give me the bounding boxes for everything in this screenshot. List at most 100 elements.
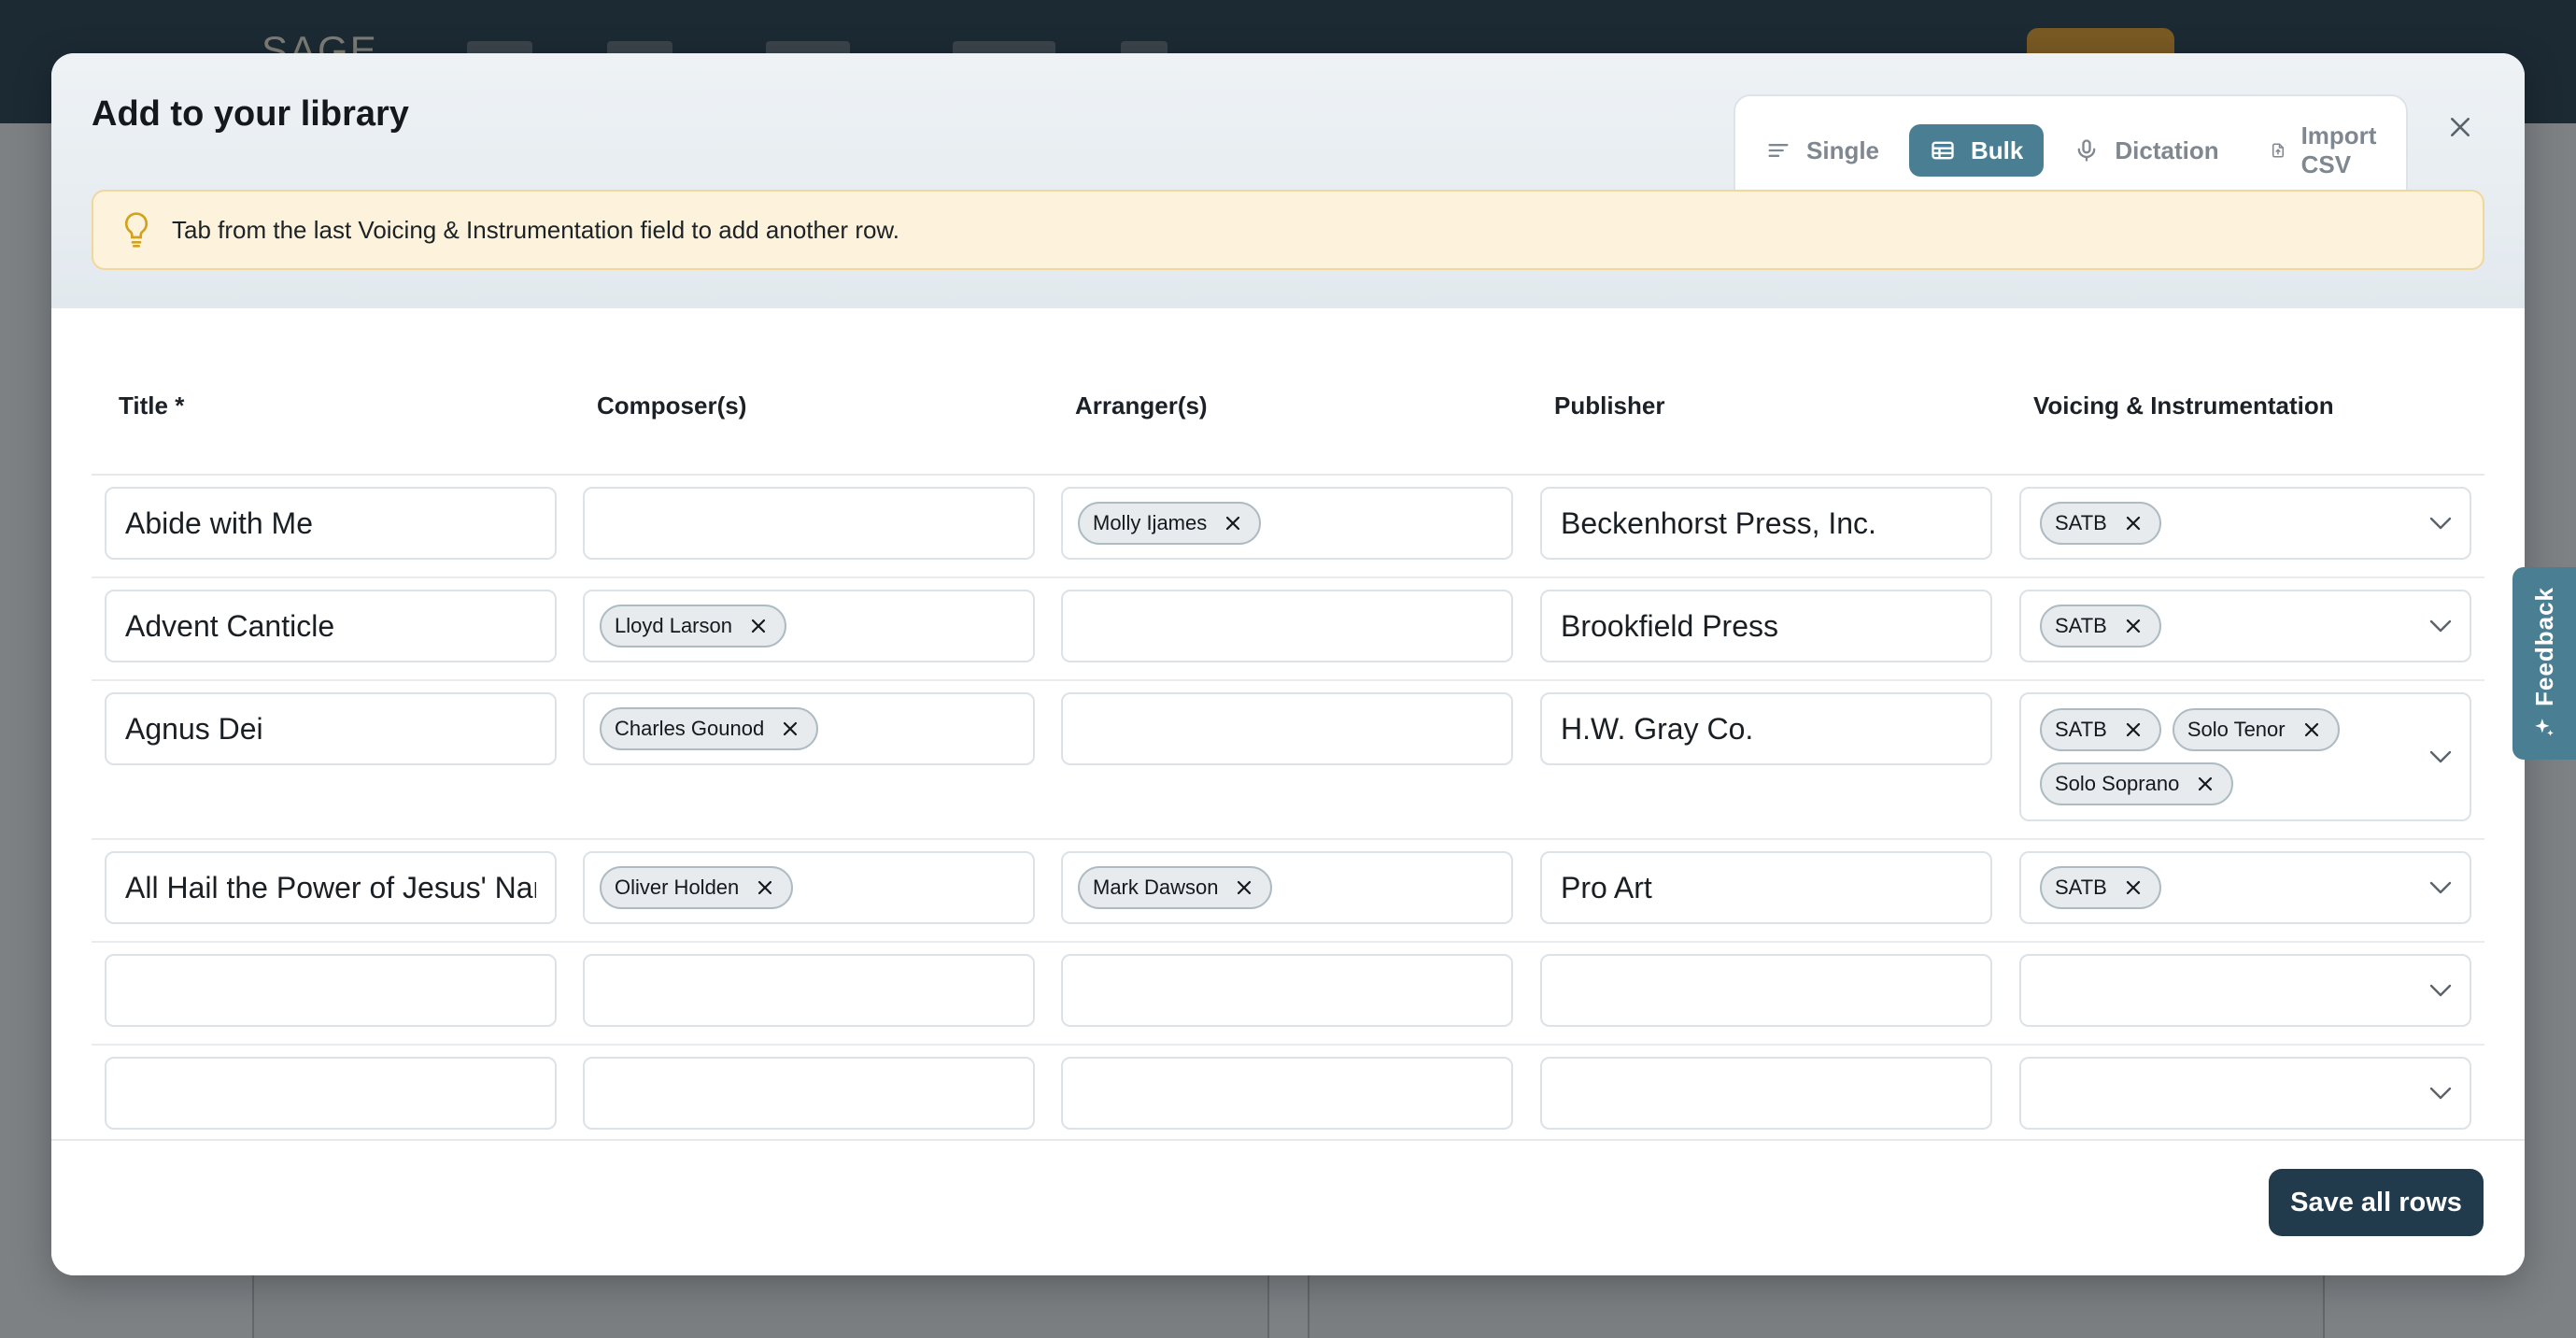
arranger-input[interactable]: Mark Dawson xyxy=(1061,851,1513,924)
arranger-input[interactable] xyxy=(1061,590,1513,662)
mode-import-csv-button[interactable]: Import CSV xyxy=(2249,121,2407,178)
publisher-input[interactable]: H.W. Gray Co. xyxy=(1540,692,1992,765)
close-icon xyxy=(758,880,772,895)
table-row xyxy=(92,1046,2484,1148)
close-icon xyxy=(784,721,798,736)
mode-single-button[interactable]: Single xyxy=(1745,124,1900,177)
remove-voicing-button[interactable] xyxy=(2124,720,2143,739)
remove-voicing-button[interactable] xyxy=(2124,878,2143,897)
voicing-select[interactable]: SATB xyxy=(2019,487,2471,560)
publisher-input[interactable]: Pro Art xyxy=(1540,851,1992,924)
title-input[interactable] xyxy=(105,1057,557,1130)
chevron-down-icon[interactable] xyxy=(2428,749,2453,764)
publisher-input[interactable] xyxy=(1540,1057,1992,1130)
publisher-input[interactable] xyxy=(1540,954,1992,1027)
publisher-value: Brookfield Press xyxy=(1561,608,1778,643)
feedback-tab[interactable]: Feedback xyxy=(2512,567,2576,760)
remove-composer-button[interactable] xyxy=(749,617,768,635)
table-row: Agnus Dei Charles Gounod H.W. Gray Co. SATB… xyxy=(92,681,2484,840)
composer-input[interactable]: Charles Gounod xyxy=(583,692,1035,765)
save-all-rows-button[interactable]: Save all rows xyxy=(2269,1169,2484,1236)
composer-chip-label: Lloyd Larson xyxy=(615,614,732,637)
remove-voicing-button[interactable] xyxy=(2124,514,2143,533)
title-input[interactable]: All Hail the Power of Jesus' Name xyxy=(105,851,557,924)
add-to-library-modal: Add to your library Single Bulk Dictatio… xyxy=(51,53,2525,1275)
voicing-chip: SATB xyxy=(2040,605,2161,648)
mode-dictation-button[interactable]: Dictation xyxy=(2053,124,2239,177)
column-header-arrangers: Arranger(s) xyxy=(1075,391,1208,420)
chevron-down-icon[interactable] xyxy=(2428,983,2453,998)
close-icon xyxy=(1226,516,1240,531)
mode-bulk-label: Bulk xyxy=(1971,135,2024,164)
composer-chip: Oliver Holden xyxy=(600,866,794,909)
remove-composer-button[interactable] xyxy=(756,878,774,897)
column-header-publisher: Publisher xyxy=(1554,391,1665,420)
chevron-down-icon[interactable] xyxy=(2428,880,2453,895)
voicing-chip-label: SATB xyxy=(2055,875,2107,899)
composer-input[interactable] xyxy=(583,487,1035,560)
remove-voicing-button[interactable] xyxy=(2302,720,2321,739)
arranger-chip: Molly Ijames xyxy=(1078,502,1262,545)
close-modal-button[interactable] xyxy=(2435,102,2485,152)
composer-chip-label: Oliver Holden xyxy=(615,875,740,899)
close-icon xyxy=(2126,880,2140,895)
table-row: Advent Canticle Lloyd Larson Brookfield Pr… xyxy=(92,578,2484,681)
voicing-select[interactable]: SATB Solo Tenor Solo Soprano xyxy=(2019,692,2471,821)
arranger-chip-label: Mark Dawson xyxy=(1093,875,1219,899)
lightbulb-icon xyxy=(124,212,149,248)
file-upload-icon xyxy=(2272,143,2284,158)
title-input[interactable]: Agnus Dei xyxy=(105,692,557,765)
voicing-chip: Solo Tenor xyxy=(2172,708,2340,751)
voicing-select[interactable]: SATB xyxy=(2019,851,2471,924)
chevron-down-icon[interactable] xyxy=(2428,619,2453,633)
table-icon xyxy=(1932,141,1954,160)
voicing-select[interactable] xyxy=(2019,1057,2471,1130)
arranger-input[interactable] xyxy=(1061,1057,1513,1130)
chevron-down-icon[interactable] xyxy=(2428,516,2453,531)
voicing-chip-label: Solo Tenor xyxy=(2187,718,2286,741)
remove-composer-button[interactable] xyxy=(781,719,800,738)
chevron-down-icon[interactable] xyxy=(2428,1086,2453,1101)
arranger-input[interactable] xyxy=(1061,692,1513,765)
title-input[interactable]: Advent Canticle xyxy=(105,590,557,662)
title-input[interactable] xyxy=(105,954,557,1027)
mode-single-label: Single xyxy=(1806,135,1880,164)
table-body: Abide with Me Molly Ijames Beckenhorst Pre… xyxy=(92,476,2484,1148)
voicing-chip-label: SATB xyxy=(2055,511,2107,534)
remove-voicing-button[interactable] xyxy=(2196,775,2215,793)
composer-chip: Charles Gounod xyxy=(600,707,819,750)
remove-arranger-button[interactable] xyxy=(1235,878,1253,897)
voicing-select[interactable] xyxy=(2019,954,2471,1027)
publisher-input[interactable]: Beckenhorst Press, Inc. xyxy=(1540,487,1992,560)
title-value: Agnus Dei xyxy=(125,711,263,746)
close-icon xyxy=(2451,118,2470,136)
modal-header: Add to your library Single Bulk Dictatio… xyxy=(51,53,2525,308)
arranger-input[interactable]: Molly Ijames xyxy=(1061,487,1513,560)
arranger-input[interactable] xyxy=(1061,954,1513,1027)
mode-import-csv-label: Import CSV xyxy=(2300,121,2377,178)
lines-icon xyxy=(1768,144,1789,157)
composer-input[interactable]: Lloyd Larson xyxy=(583,590,1035,662)
modal-footer: Save all rows xyxy=(51,1139,2525,1275)
remove-arranger-button[interactable] xyxy=(1224,514,1242,533)
composer-input[interactable] xyxy=(583,954,1035,1027)
composer-chip: Lloyd Larson xyxy=(600,605,786,648)
bulk-entry-table: Title * Composer(s) Arranger(s) Publishe… xyxy=(92,362,2484,1148)
voicing-chip-label: SATB xyxy=(2055,614,2107,637)
table-row xyxy=(92,943,2484,1046)
publisher-value: Beckenhorst Press, Inc. xyxy=(1561,505,1876,540)
title-value: Advent Canticle xyxy=(125,608,335,643)
composer-input[interactable] xyxy=(583,1057,1035,1130)
close-icon xyxy=(2304,722,2318,737)
title-input[interactable]: Abide with Me xyxy=(105,487,557,560)
voicing-select[interactable]: SATB xyxy=(2019,590,2471,662)
column-header-voicing: Voicing & Instrumentation xyxy=(2033,391,2334,420)
mode-bulk-button[interactable]: Bulk xyxy=(1909,124,2045,177)
composer-input[interactable]: Oliver Holden xyxy=(583,851,1035,924)
remove-voicing-button[interactable] xyxy=(2124,617,2143,635)
composer-chip-label: Charles Gounod xyxy=(615,717,765,740)
voicing-chip-label: Solo Soprano xyxy=(2055,772,2180,795)
publisher-input[interactable]: Brookfield Press xyxy=(1540,590,1992,662)
close-icon xyxy=(2199,776,2213,791)
close-icon xyxy=(751,619,766,633)
